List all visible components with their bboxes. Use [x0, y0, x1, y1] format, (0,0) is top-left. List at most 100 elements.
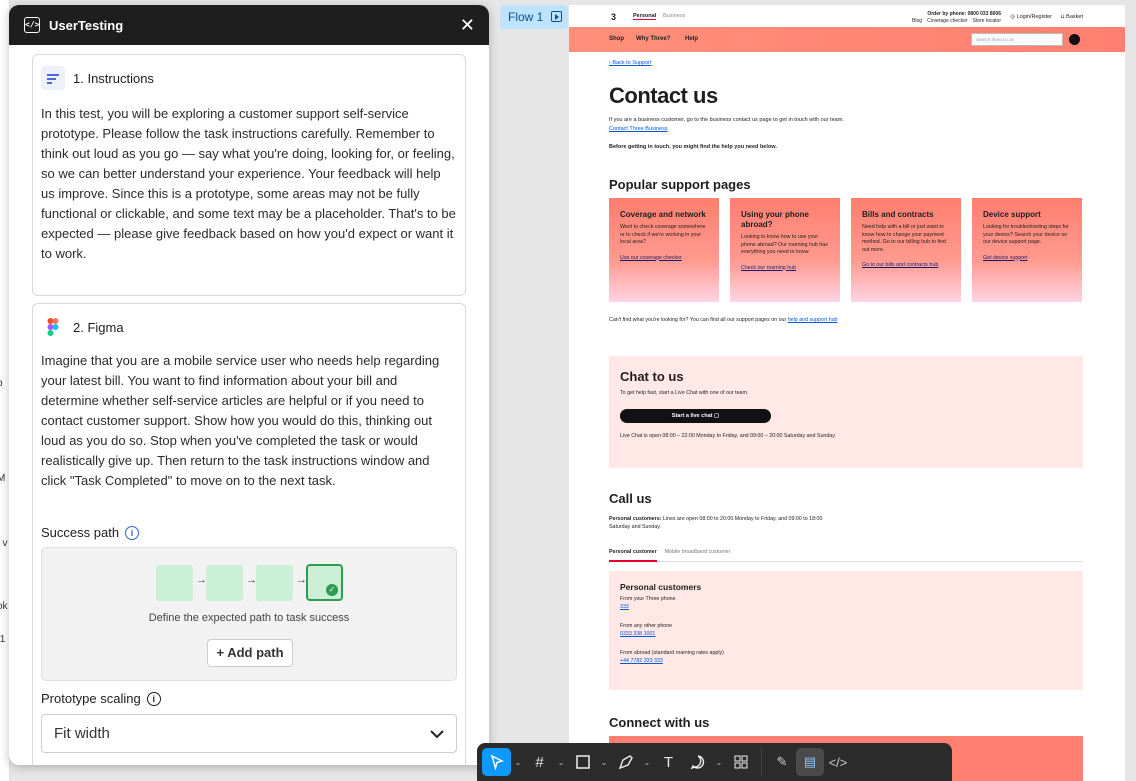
personal-customers-box: Personal customers From your Three phone…: [609, 571, 1083, 690]
phone-number-link[interactable]: 333: [620, 603, 1072, 611]
contact-business-link[interactable]: Contact Three Business: [609, 126, 668, 132]
coverage-link[interactable]: Coverage checker: [927, 18, 968, 24]
card-bills[interactable]: Bills and contracts Need help with a bil…: [851, 198, 961, 302]
chat-button-label: Start a live chat: [671, 413, 713, 419]
phone-number-link[interactable]: +44 7782 333 333: [620, 657, 1072, 665]
chat-bubble-icon: ▢: [714, 413, 720, 419]
add-path-button[interactable]: + Add path: [207, 639, 293, 667]
personal-customers-title: Personal customers: [620, 582, 702, 592]
panel-header: </> UserTesting ✕: [9, 5, 489, 45]
site-search-input[interactable]: Search three.co.uk: [971, 33, 1063, 46]
start-live-chat-button[interactable]: Start a live chat ▢: [620, 409, 771, 423]
chevron-down-icon[interactable]: ⌄: [712, 758, 726, 767]
basket-label: Basket: [1066, 14, 1083, 20]
chevron-down-icon[interactable]: ⌄: [511, 758, 525, 767]
support-cards: Coverage and network Want to check cover…: [609, 198, 1083, 302]
figma-header: 2. Figma: [33, 304, 465, 339]
task-body: Imagine that you are a mobile service us…: [41, 353, 440, 488]
chevron-down-icon[interactable]: ⌄: [597, 758, 611, 767]
connect-heading: Connect with us: [609, 715, 710, 730]
call-text: Personal customers: Lines are open 08:00…: [609, 515, 839, 531]
basket-link[interactable]: ⊔ Basket: [1060, 14, 1083, 20]
card-body: Looking for troubleshooting steps for yo…: [983, 224, 1069, 245]
card-link[interactable]: Get device support: [983, 255, 1071, 263]
draw-icon[interactable]: ✎: [768, 748, 796, 776]
segment-business[interactable]: Business: [663, 13, 685, 19]
frame-icon[interactable]: #: [525, 748, 554, 776]
rectangle-icon[interactable]: [568, 748, 597, 776]
site-navbar: Shop Why Three? Help Search three.co.uk: [569, 27, 1125, 52]
before-text: Before getting in touch, you might find …: [609, 144, 777, 150]
card-link[interactable]: Use our coverage checker: [620, 255, 708, 263]
success-path-label: Success path i: [41, 525, 140, 540]
card-device[interactable]: Device support Looking for troubleshooti…: [972, 198, 1082, 302]
phone-number-link[interactable]: 0333 338 1001: [620, 630, 1072, 638]
basket-icon: ⊔: [1060, 14, 1065, 20]
figma-toolbar: ⌄ # ⌄ ⌄ ⌄ T ⌄ ✎ ▤ </>: [477, 743, 952, 781]
help-hub-link[interactable]: help and support hub: [788, 317, 838, 323]
prototype-scaling-text: Prototype scaling: [41, 691, 141, 706]
search-icon[interactable]: [1069, 34, 1080, 45]
card-body: Need help with a bill or just want to kn…: [862, 224, 946, 253]
close-icon[interactable]: ✕: [460, 15, 475, 36]
strip-fragment: M: [0, 473, 5, 484]
usertesting-panel: </> UserTesting ✕ 1. Instructions In thi…: [9, 5, 489, 765]
info-icon[interactable]: i: [146, 691, 161, 706]
prototype-frame[interactable]: 3 Personal Business Order by phone: 0800…: [569, 5, 1125, 781]
nav-why-three[interactable]: Why Three?: [636, 36, 670, 42]
move-icon[interactable]: [482, 748, 511, 776]
chevron-down-icon[interactable]: ⌄: [640, 758, 654, 767]
path-step: [156, 565, 193, 601]
tab-broadband-customer[interactable]: Mobile broadband customer: [665, 549, 731, 561]
comment-icon[interactable]: [683, 748, 712, 776]
call-heading: Call us: [609, 491, 652, 506]
strip-fragment: p: [0, 378, 3, 389]
card-roaming[interactable]: Using your phone abroad? Looking to know…: [730, 198, 840, 302]
strip-fragment: .1: [0, 634, 6, 645]
three-logo[interactable]: 3: [611, 12, 616, 22]
chat-section: Chat to us To get help fast, start a Liv…: [609, 356, 1083, 468]
card-link[interactable]: Go to our bills and contracts hub: [862, 262, 950, 270]
store-link[interactable]: Store locator: [973, 18, 1001, 24]
panel-body[interactable]: 1. Instructions In this test, you will b…: [9, 45, 489, 765]
login-link[interactable]: ◎ Login/Register: [1010, 14, 1052, 20]
chevron-down-icon[interactable]: ⌄: [554, 758, 568, 767]
dev-mode-icon[interactable]: </>: [824, 748, 852, 776]
card-coverage[interactable]: Coverage and network Want to check cover…: [609, 198, 719, 302]
instructions-heading: 1. Instructions: [73, 70, 154, 86]
strip-fragment: ok: [0, 601, 8, 612]
card-link[interactable]: Check our roaming hub: [741, 265, 829, 273]
card-title: Bills and contracts: [862, 210, 934, 219]
nav-shop[interactable]: Shop: [609, 36, 624, 42]
figma-icon: [41, 315, 65, 339]
prototype-scaling-select[interactable]: Fit width: [41, 714, 457, 753]
chat-sub: To get help fast, start a Live Chat with…: [620, 390, 749, 396]
order-phone: Order by phone: 0800 033 8006: [927, 11, 1001, 17]
pen-icon[interactable]: [611, 748, 640, 776]
popular-heading: Popular support pages: [609, 177, 751, 192]
info-icon[interactable]: i: [125, 525, 140, 540]
intro-body: If you are a business customer, go to th…: [609, 117, 844, 123]
path-step: [256, 565, 293, 601]
text-icon[interactable]: T: [654, 748, 683, 776]
chat-heading: Chat to us: [620, 369, 684, 384]
play-flow-icon[interactable]: [551, 11, 562, 22]
call-text-bold: Personal customers:: [609, 516, 662, 522]
path-step: [206, 565, 243, 601]
toolbar-divider: [761, 748, 762, 776]
blog-link[interactable]: Blog: [912, 18, 922, 24]
success-path-text: Success path: [41, 525, 120, 540]
card-title: Using your phone abroad?: [741, 210, 809, 229]
flow-label[interactable]: Flow 1: [500, 5, 568, 29]
components-icon[interactable]: [726, 748, 755, 776]
chat-hours: Live Chat is open 08:00 – 22:00 Monday t…: [620, 433, 836, 439]
back-to-support-link[interactable]: ‹ Back to Support: [609, 60, 1083, 66]
tab-personal-customer[interactable]: Personal customer: [609, 549, 657, 562]
phone-row-label: From your Three phone: [620, 596, 676, 602]
card-body: Want to check coverage somewhere or to c…: [620, 224, 706, 245]
code-icon: </>: [24, 17, 40, 33]
site-topbar: 3 Personal Business Order by phone: 0800…: [569, 5, 1125, 27]
design-icon[interactable]: ▤: [796, 748, 824, 776]
nav-help[interactable]: Help: [685, 36, 698, 42]
segment-personal[interactable]: Personal: [633, 13, 657, 20]
